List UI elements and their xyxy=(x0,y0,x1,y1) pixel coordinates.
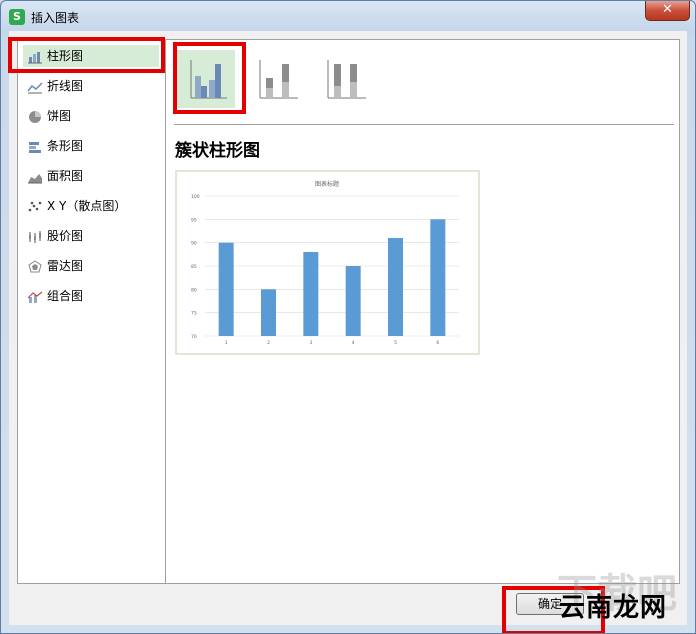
category-label: 条形图 xyxy=(47,139,84,153)
chart-preview: 图表标题 100 95 90 85 80 75 70 1 2 3 4 5 6 xyxy=(175,170,480,355)
x-tick-label: 5 xyxy=(394,340,397,346)
category-item-area-chart[interactable]: 面积图 xyxy=(23,165,159,187)
category-label: 雷达图 xyxy=(47,259,84,273)
bar-5 xyxy=(388,238,403,336)
x-tick-label: 1 xyxy=(225,340,228,346)
bar-6 xyxy=(430,219,446,336)
y-tick-label: 95 xyxy=(191,217,197,223)
subtype-percent-stacked-column[interactable] xyxy=(316,50,374,108)
annotation-box-category xyxy=(8,37,165,73)
dialog-body: 柱形图折线图饼图条形图面积图X Y（散点图）股价图雷达图组合图 xyxy=(9,31,687,625)
area-chart-icon xyxy=(27,169,43,184)
dialog-title: 插入图表 xyxy=(31,11,80,25)
category-label: 股价图 xyxy=(47,229,84,243)
preview-chart-title: 图表标题 xyxy=(315,180,339,188)
line-chart-icon xyxy=(27,79,43,94)
watermark-text: 云南龙网 xyxy=(559,593,668,623)
close-button[interactable]: ✕ xyxy=(645,1,690,21)
chart-subtype-row xyxy=(174,46,674,116)
preview-chart: 图表标题 100 95 90 85 80 75 70 1 2 3 4 5 6 xyxy=(191,180,459,346)
x-tick-label: 2 xyxy=(267,340,270,346)
category-label: 面积图 xyxy=(47,169,84,183)
y-tick-label: 75 xyxy=(191,311,197,317)
wps-spreadsheet-icon: S xyxy=(9,9,25,25)
y-tick-label: 70 xyxy=(191,334,197,340)
bar-4 xyxy=(345,266,361,336)
chart-detail-panel: 簇状柱形图 图表标题 100 95 90 85 80 75 70 1 2 3 4 5 6 xyxy=(165,39,680,584)
radar-chart-icon xyxy=(27,259,43,273)
combo-chart-icon xyxy=(27,289,43,303)
subtype-stacked-column[interactable] xyxy=(248,50,306,108)
insert-chart-dialog: S 插入图表 ✕ 柱形图 折线图 饼图 条形图 面积图 X Y（散点图） 股价图 雷达图 组合图 xyxy=(0,0,696,634)
chart-category-list: 柱形图 折线图 饼图 条形图 面积图 X Y（散点图） 股价图 雷达图 组合图 xyxy=(17,39,167,584)
title-bar: S 插入图表 ✕ xyxy=(1,1,695,31)
stacked-column-icon xyxy=(259,60,298,99)
bar-3 xyxy=(303,252,319,336)
bar-chart-icon xyxy=(27,139,43,153)
category-item-stock-chart[interactable]: 股价图 xyxy=(23,225,159,247)
category-label: X Y（散点图） xyxy=(47,199,127,213)
y-tick-label: 85 xyxy=(191,264,197,270)
category-item-bar-chart[interactable]: 条形图 xyxy=(23,135,159,157)
bar-2 xyxy=(261,289,276,336)
category-label: 折线图 xyxy=(47,79,84,93)
annotation-box-subtype xyxy=(173,42,246,114)
subtype-title: 簇状柱形图 xyxy=(175,141,260,161)
x-tick-label: 6 xyxy=(436,340,439,346)
category-label: 组合图 xyxy=(47,289,84,303)
x-tick-label: 3 xyxy=(309,340,312,346)
divider xyxy=(174,124,674,125)
category-label: 饼图 xyxy=(47,109,72,123)
category-item-radar-chart[interactable]: 雷达图 xyxy=(23,255,159,277)
y-tick-label: 100 xyxy=(191,194,200,200)
category-item-scatter-chart[interactable]: X Y（散点图） xyxy=(23,195,159,217)
category-item-pie-chart[interactable]: 饼图 xyxy=(23,105,159,127)
scatter-chart-icon xyxy=(27,199,43,213)
y-tick-label: 90 xyxy=(191,241,197,247)
bar-1 xyxy=(218,242,234,336)
category-item-line-chart[interactable]: 折线图 xyxy=(23,75,159,97)
category-item-combo-chart[interactable]: 组合图 xyxy=(23,285,159,307)
percent-stacked-column-icon xyxy=(327,60,366,99)
stock-chart-icon xyxy=(27,229,43,243)
pie-chart-icon xyxy=(27,109,43,123)
x-tick-label: 4 xyxy=(352,340,355,346)
y-tick-label: 80 xyxy=(191,287,197,293)
